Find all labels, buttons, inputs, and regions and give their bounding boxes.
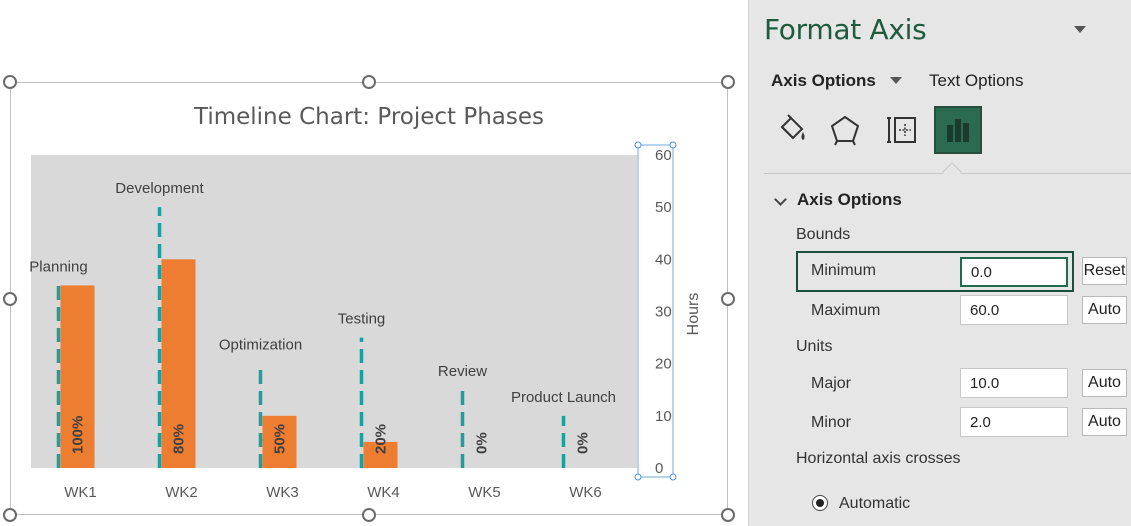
y-tick-label: 50 <box>655 199 672 216</box>
active-tab-pointer <box>942 162 962 182</box>
x-tick-label: WK5 <box>468 484 501 501</box>
units-label: Units <box>796 338 833 355</box>
plot-background[interactable] <box>31 155 637 468</box>
y-tick-label: 10 <box>655 408 672 425</box>
data-label: 100% <box>70 416 87 454</box>
minor-input[interactable] <box>960 407 1068 437</box>
phase-label: Testing <box>338 311 386 328</box>
section-collapse-chevron-icon[interactable] <box>774 193 787 206</box>
axis-options-button[interactable] <box>934 106 982 154</box>
section-axis-options-title[interactable]: Axis Options <box>797 190 902 210</box>
phase-label: Review <box>438 363 487 380</box>
maximum-label: Maximum <box>811 302 881 319</box>
pane-options-chevron-icon[interactable] <box>1074 26 1086 33</box>
resize-handle-left[interactable] <box>3 292 17 306</box>
x-tick-label: WK4 <box>367 484 400 501</box>
data-label: 0% <box>474 432 491 454</box>
size-properties-button[interactable] <box>878 106 926 154</box>
chart-area[interactable]: Timeline Chart: Project Phases 100% 80% 50… <box>10 82 728 515</box>
x-axis-labels: WK1 WK2 WK3 WK4 WK5 WK6 <box>64 484 602 501</box>
resize-handle-top[interactable] <box>362 75 376 89</box>
axis-handle[interactable] <box>669 141 677 149</box>
axis-handle[interactable] <box>634 473 642 481</box>
horizontal-axis-crosses-label: Horizontal axis crosses <box>796 450 961 467</box>
format-axis-pane: Format Axis Axis Options Text Options Ax… <box>748 0 1131 526</box>
pane-title: Format Axis <box>764 13 927 46</box>
x-tick-label: WK6 <box>569 484 602 501</box>
minimum-label: Minimum <box>811 262 876 279</box>
maximum-input[interactable] <box>960 295 1068 325</box>
resize-handle-bottom-left[interactable] <box>3 508 17 522</box>
maximum-auto-button[interactable]: Auto <box>1082 296 1127 324</box>
y-tick-label: 0 <box>655 460 663 477</box>
data-label: 50% <box>272 424 289 454</box>
secondary-y-axis[interactable]: 0 10 20 30 40 50 60 <box>634 141 677 481</box>
automatic-radio[interactable] <box>812 495 828 511</box>
bounds-label: Bounds <box>796 226 851 243</box>
y-axis-title: Hours <box>685 293 702 336</box>
chart-title: Timeline Chart: Project Phases <box>193 104 544 130</box>
x-tick-label: WK3 <box>266 484 299 501</box>
minor-auto-button[interactable]: Auto <box>1082 408 1127 436</box>
chart-svg: Timeline Chart: Project Phases 100% 80% 50… <box>29 104 702 501</box>
axis-options-chart-icon <box>947 119 969 142</box>
data-label: 20% <box>373 424 390 454</box>
minimum-reset-button[interactable]: Reset <box>1082 257 1127 285</box>
tab-text-options[interactable]: Text Options <box>929 71 1024 91</box>
y-tick-label: 30 <box>655 304 672 321</box>
resize-handle-top-left[interactable] <box>3 75 17 89</box>
plot-area[interactable] <box>31 155 637 468</box>
data-label: 0% <box>575 432 592 454</box>
y-tick-label: 20 <box>655 356 672 373</box>
phase-label: Development <box>115 180 204 197</box>
data-label: 80% <box>171 424 188 454</box>
x-tick-label: WK2 <box>165 484 198 501</box>
major-input[interactable] <box>960 368 1068 398</box>
tab-axis-options[interactable]: Axis Options <box>771 71 876 91</box>
minimum-input[interactable] <box>960 257 1068 287</box>
phase-label: Product Launch <box>511 389 616 406</box>
size-properties-icon <box>887 117 916 143</box>
axis-handle[interactable] <box>669 473 677 481</box>
minor-label: Minor <box>811 414 852 431</box>
resize-handle-top-right[interactable] <box>721 75 735 89</box>
x-tick-label: WK1 <box>64 484 97 501</box>
resize-handle-bottom[interactable] <box>362 508 376 522</box>
phase-label: Planning <box>29 258 87 275</box>
app-root: Timeline Chart: Project Phases 100% 80% 50… <box>0 0 1131 526</box>
y-tick-label: 40 <box>655 251 672 268</box>
tab-axis-options-chevron-icon[interactable] <box>890 77 902 84</box>
fill-line-button[interactable] <box>768 106 816 154</box>
resize-handle-bottom-right[interactable] <box>721 508 735 522</box>
major-label: Major <box>811 375 852 392</box>
resize-handle-right[interactable] <box>721 292 735 306</box>
effects-pentagon-icon <box>830 115 860 146</box>
axis-handle[interactable] <box>634 141 642 149</box>
automatic-label[interactable]: Automatic <box>839 495 910 513</box>
major-auto-button[interactable]: Auto <box>1082 369 1127 397</box>
phase-label: Optimization <box>219 337 302 354</box>
fill-line-icon <box>780 114 805 140</box>
y-tick-label: 60 <box>655 147 672 164</box>
effects-button[interactable] <box>821 106 869 154</box>
